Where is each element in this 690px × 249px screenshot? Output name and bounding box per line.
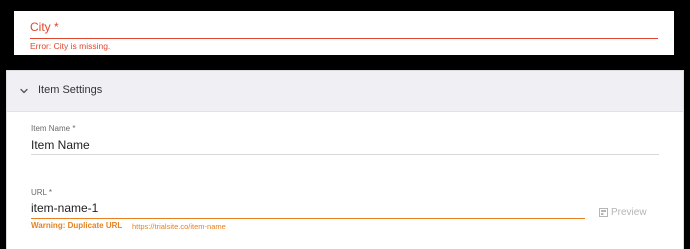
preview-icon [599,207,608,217]
item-name-input[interactable]: Item Name [31,138,90,152]
item-settings-title: Item Settings [38,84,103,96]
item-settings-header[interactable]: Item Settings [7,71,683,112]
city-field-input[interactable] [30,38,658,39]
item-settings-panel: Item Settings Item Name * Item Name URL … [6,70,684,249]
url-warning: Warning: Duplicate URL [31,221,123,230]
url-label: URL * [31,188,53,197]
city-field-error: Error: City is missing. [30,41,111,51]
item-name-underline [31,154,659,155]
item-name-label: Item Name * [31,124,76,133]
preview-button[interactable]: Preview [599,205,647,219]
url-underline [31,218,585,219]
preview-label: Preview [611,206,647,218]
url-input[interactable]: item-name-1 [31,201,98,215]
city-field-label: City * [30,20,59,34]
url-hint: https://trialsite.co/item-name [132,221,226,231]
chevron-down-icon[interactable] [18,85,30,97]
page: City * Error: City is missing. Item Sett… [0,0,690,249]
city-field-card: City * Error: City is missing. [14,11,674,55]
